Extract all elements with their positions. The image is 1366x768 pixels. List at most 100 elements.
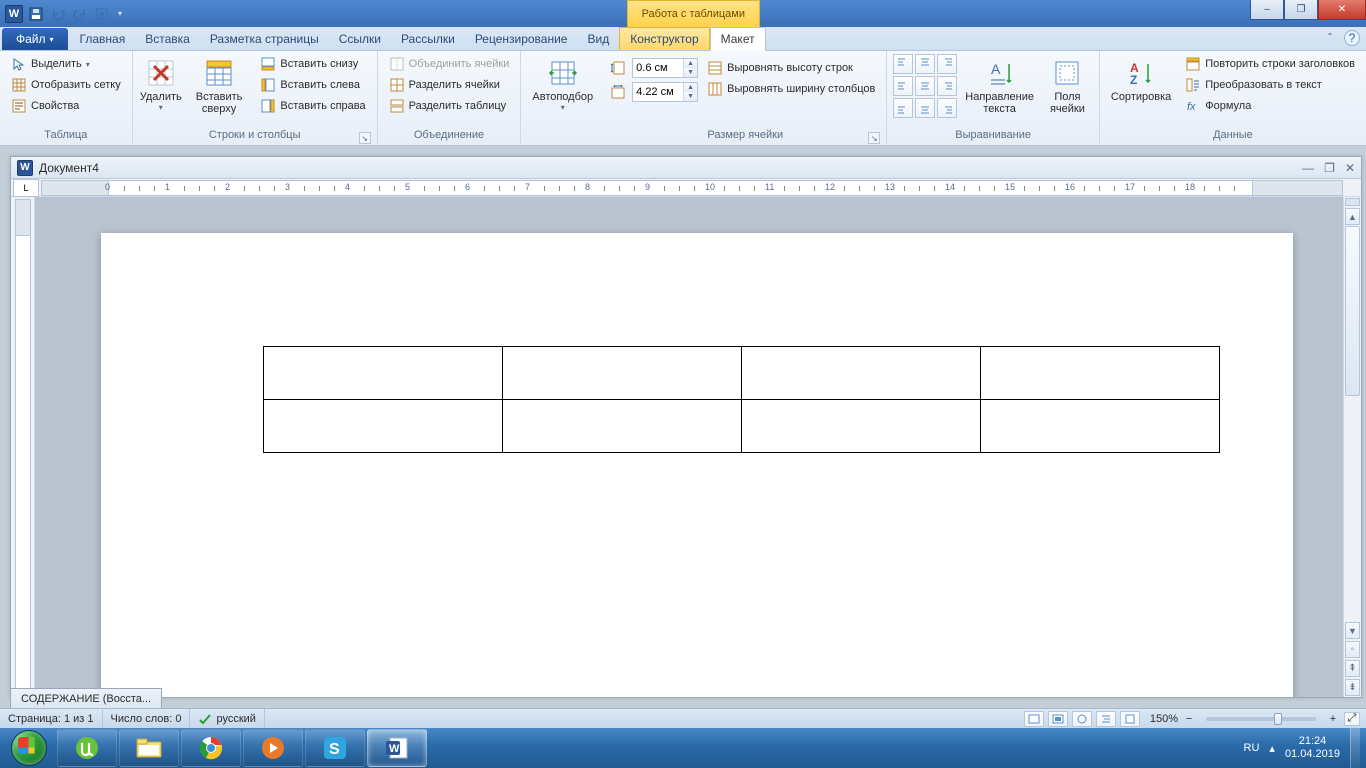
table-cell[interactable] — [503, 400, 742, 453]
align-br[interactable] — [937, 98, 957, 118]
zoom-thumb[interactable] — [1274, 713, 1282, 725]
vertical-scrollbar[interactable]: ▲ ▼ ◦ ⇞ ⇟ — [1343, 197, 1361, 697]
minimize-ribbon-icon[interactable]: ˆ — [1322, 30, 1338, 46]
zoom-level[interactable]: 150% — [1150, 713, 1178, 725]
view-outline-icon[interactable] — [1096, 711, 1116, 727]
background-document-tab[interactable]: СОДЕРЖАНИЕ (Восста... — [10, 688, 162, 708]
view-fullscreen-icon[interactable] — [1048, 711, 1068, 727]
tab-design[interactable]: Конструктор — [619, 27, 709, 50]
document-table[interactable] — [263, 346, 1220, 453]
properties-button[interactable]: Свойства — [6, 96, 126, 116]
tray-show-hidden-icon[interactable]: ▴ — [1269, 742, 1275, 755]
taskbar-chrome[interactable] — [181, 729, 241, 767]
width-input-wrap[interactable]: ▲▼ — [632, 82, 698, 102]
height-down[interactable]: ▼ — [684, 68, 697, 77]
split-cells-button[interactable]: Разделить ячейки — [384, 75, 515, 95]
formula-button[interactable]: fxФормула — [1180, 96, 1360, 116]
maximize-button[interactable]: ❐ — [1284, 0, 1318, 20]
tab-selector[interactable]: L — [13, 179, 39, 197]
table-cell[interactable] — [742, 347, 981, 400]
autofit-button[interactable]: Автоподбор — [527, 54, 598, 115]
table-cell[interactable] — [264, 400, 503, 453]
height-input[interactable] — [633, 62, 683, 74]
size-launcher[interactable]: ↘ — [868, 132, 880, 144]
taskbar-utorrent[interactable] — [57, 729, 117, 767]
taskbar-media[interactable] — [243, 729, 303, 767]
width-down[interactable]: ▼ — [684, 92, 697, 101]
start-button[interactable] — [2, 728, 56, 768]
tab-layout[interactable]: Макет — [710, 27, 766, 51]
view-print-layout-icon[interactable] — [1024, 711, 1044, 727]
repeat-header-button[interactable]: Повторить строки заголовков — [1180, 54, 1360, 74]
tray-clock[interactable]: 21:24 01.04.2019 — [1285, 735, 1340, 761]
close-button[interactable]: ✕ — [1318, 0, 1366, 20]
doc-minimize-icon[interactable]: — — [1302, 161, 1314, 175]
page-area[interactable] — [35, 197, 1343, 697]
distribute-cols-button[interactable]: Выровнять ширину столбцов — [702, 79, 880, 99]
table-cell[interactable] — [742, 400, 981, 453]
table-row[interactable] — [264, 400, 1220, 453]
tab-page-layout[interactable]: Разметка страницы — [200, 28, 329, 50]
next-page-icon[interactable]: ⇟ — [1345, 679, 1360, 696]
undo-icon[interactable] — [48, 4, 68, 24]
align-mc[interactable] — [915, 76, 935, 96]
vertical-ruler[interactable] — [15, 199, 31, 697]
insert-below-button[interactable]: Вставить снизу — [255, 54, 370, 74]
tab-review[interactable]: Рецензирование — [465, 28, 578, 50]
sort-button[interactable]: AZ Сортировка — [1106, 54, 1176, 106]
qat-customize-icon[interactable]: ▾ — [114, 4, 126, 24]
tab-mailings[interactable]: Рассылки — [391, 28, 465, 50]
table-row[interactable] — [264, 347, 1220, 400]
scroll-up-icon[interactable]: ▲ — [1345, 208, 1360, 225]
zoom-in-icon[interactable]: + — [1326, 713, 1340, 725]
taskbar-word[interactable]: W — [367, 729, 427, 767]
doc-restore-icon[interactable]: ❐ — [1324, 161, 1335, 175]
qat-extra-icon[interactable] — [92, 4, 112, 24]
rowscols-launcher[interactable]: ↘ — [359, 132, 371, 144]
height-up[interactable]: ▲ — [684, 59, 697, 68]
table-cell[interactable] — [981, 400, 1220, 453]
distribute-rows-button[interactable]: Выровнять высоту строк — [702, 58, 880, 78]
status-language[interactable]: русский — [190, 709, 264, 728]
align-ml[interactable] — [893, 76, 913, 96]
cell-margins-button[interactable]: Поля ячейки — [1042, 54, 1093, 118]
zoom-out-icon[interactable]: − — [1182, 713, 1196, 725]
status-page[interactable]: Страница: 1 из 1 — [0, 709, 103, 728]
help-icon[interactable]: ? — [1344, 30, 1360, 46]
taskbar-skype[interactable]: S — [305, 729, 365, 767]
view-draft-icon[interactable] — [1120, 711, 1140, 727]
insert-right-button[interactable]: Вставить справа — [255, 96, 370, 116]
app-icon[interactable]: W — [4, 4, 24, 24]
align-bc[interactable] — [915, 98, 935, 118]
browse-object-icon[interactable]: ◦ — [1345, 641, 1360, 658]
tab-insert[interactable]: Вставка — [135, 28, 200, 50]
table-cell[interactable] — [981, 347, 1220, 400]
tab-view[interactable]: Вид — [577, 28, 619, 50]
height-input-wrap[interactable]: ▲▼ — [632, 58, 698, 78]
split-table-button[interactable]: Разделить таблицу — [384, 96, 515, 116]
width-up[interactable]: ▲ — [684, 83, 697, 92]
scroll-down-icon[interactable]: ▼ — [1345, 622, 1360, 639]
zoom-fit-icon[interactable]: ⤢ — [1344, 712, 1360, 726]
table-cell[interactable] — [264, 347, 503, 400]
minimize-button[interactable]: – — [1250, 0, 1284, 20]
save-icon[interactable] — [26, 4, 46, 24]
scroll-track[interactable] — [1344, 226, 1361, 621]
align-tl[interactable] — [893, 54, 913, 74]
doc-close-icon[interactable]: ✕ — [1345, 161, 1355, 175]
tab-references[interactable]: Ссылки — [329, 28, 391, 50]
horizontal-ruler[interactable]: 0123456789101112131415161718 — [41, 180, 1343, 196]
align-tr[interactable] — [937, 54, 957, 74]
tab-home[interactable]: Главная — [70, 28, 136, 50]
insert-above-button[interactable]: Вставить сверху — [187, 54, 252, 118]
prev-page-icon[interactable]: ⇞ — [1345, 660, 1360, 677]
status-words[interactable]: Число слов: 0 — [103, 709, 191, 728]
view-web-icon[interactable] — [1072, 711, 1092, 727]
split-handle[interactable] — [1345, 198, 1360, 206]
tray-language[interactable]: RU — [1244, 742, 1260, 754]
select-button[interactable]: Выделить — [6, 54, 126, 74]
delete-button[interactable]: Удалить — [139, 54, 183, 115]
redo-icon[interactable] — [70, 4, 90, 24]
taskbar-explorer[interactable] — [119, 729, 179, 767]
width-input[interactable] — [633, 86, 683, 98]
